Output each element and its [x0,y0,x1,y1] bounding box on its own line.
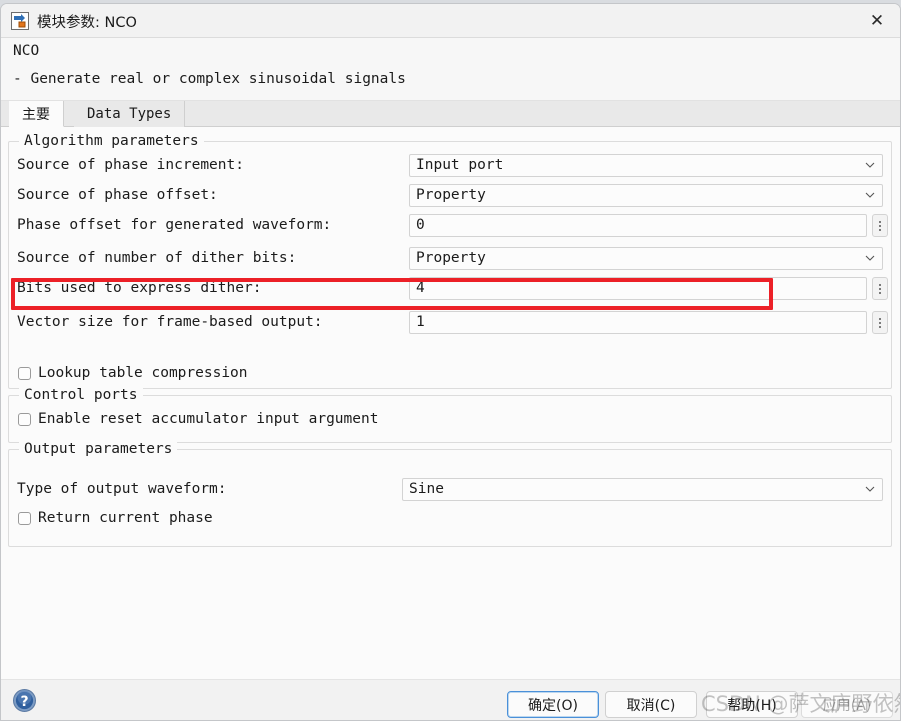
combo-value-output-waveform-type: Sine [409,481,444,497]
block-summary-label: - Generate real or complex sinusoidal si… [13,71,406,87]
simulink-block-icon [11,12,29,30]
combo-value-source-phase-offset: Property [416,187,486,203]
more-options-phase-offset-icon[interactable] [872,214,888,237]
input-value-bits-dither: 4 [416,280,425,296]
help-button[interactable]: 帮助(H) [706,691,798,718]
parameters-panel: Algorithm parameters Source of phase inc… [1,127,900,679]
group-title-output-parameters: Output parameters [19,441,177,457]
dialog-footer: ? 确定(O) 取消(C) 帮助(H) 应用(A) [1,679,900,721]
apply-button[interactable]: 应用(A) [801,691,893,718]
more-options-vector-size-icon[interactable] [872,311,888,334]
combo-output-waveform-type[interactable]: Sine [402,478,883,501]
checkbox-label-return-current-phase: Return current phase [38,510,213,526]
combo-source-phase-offset[interactable]: Property [409,184,883,207]
block-parameters-dialog: 模块参数: NCO ✕ NCO - Generate real or compl… [0,3,901,721]
checkbox-enable-reset-accumulator[interactable] [18,413,31,426]
input-vector-size[interactable]: 1 [409,311,867,334]
chevron-down-icon [865,162,875,168]
checkbox-row-return-current-phase[interactable]: Return current phase [18,510,213,526]
tab-main[interactable]: 主要 [9,101,64,127]
chevron-down-icon [865,255,875,261]
chevron-down-icon [865,192,875,198]
checkbox-lookup-compression[interactable] [18,367,31,380]
block-description: NCO - Generate real or complex sinusoida… [1,38,900,101]
group-title-algorithm: Algorithm parameters [19,133,204,149]
title-bar: 模块参数: NCO ✕ [1,4,900,38]
group-output-parameters: Output parameters Type of output wavefor… [8,449,892,547]
label-source-dither-bits: Source of number of dither bits: [17,250,296,266]
block-name-label: NCO [13,43,39,59]
combo-value-source-phase-increment: Input port [416,157,503,173]
combo-value-source-dither-bits: Property [416,250,486,266]
input-bits-dither[interactable]: 4 [409,277,867,300]
tab-data-types[interactable]: Data Types [74,101,185,127]
combo-source-dither-bits[interactable]: Property [409,247,883,270]
label-vector-size: Vector size for frame-based output: [17,314,323,330]
label-source-phase-increment: Source of phase increment: [17,157,244,173]
ok-button[interactable]: 确定(O) [507,691,599,718]
label-bits-dither: Bits used to express dither: [17,280,261,296]
tab-bar: 主要 Data Types [1,101,900,127]
help-circle-icon[interactable]: ? [12,688,37,713]
label-source-phase-offset: Source of phase offset: [17,187,218,203]
more-options-bits-dither-icon[interactable] [872,277,888,300]
checkbox-return-current-phase[interactable] [18,512,31,525]
label-output-waveform-type: Type of output waveform: [17,481,227,497]
svg-text:?: ? [20,694,28,710]
label-phase-offset: Phase offset for generated waveform: [17,217,331,233]
group-algorithm-parameters: Algorithm parameters Source of phase inc… [8,141,892,389]
checkbox-label-enable-reset-accumulator: Enable reset accumulator input argument [38,411,378,427]
input-value-vector-size: 1 [416,314,425,330]
combo-source-phase-increment[interactable]: Input port [409,154,883,177]
checkbox-row-lookup-compression[interactable]: Lookup table compression [18,365,248,381]
input-value-phase-offset: 0 [416,217,425,233]
input-phase-offset[interactable]: 0 [409,214,867,237]
group-title-control-ports: Control ports [19,387,143,403]
window-title: 模块参数: NCO [37,11,137,32]
chevron-down-icon [865,486,875,492]
close-icon[interactable]: ✕ [854,4,900,37]
cancel-button[interactable]: 取消(C) [605,691,697,718]
group-control-ports: Control ports Enable reset accumulator i… [8,395,892,443]
checkbox-label-lookup-compression: Lookup table compression [38,365,248,381]
checkbox-row-enable-reset-accumulator[interactable]: Enable reset accumulator input argument [18,411,378,427]
